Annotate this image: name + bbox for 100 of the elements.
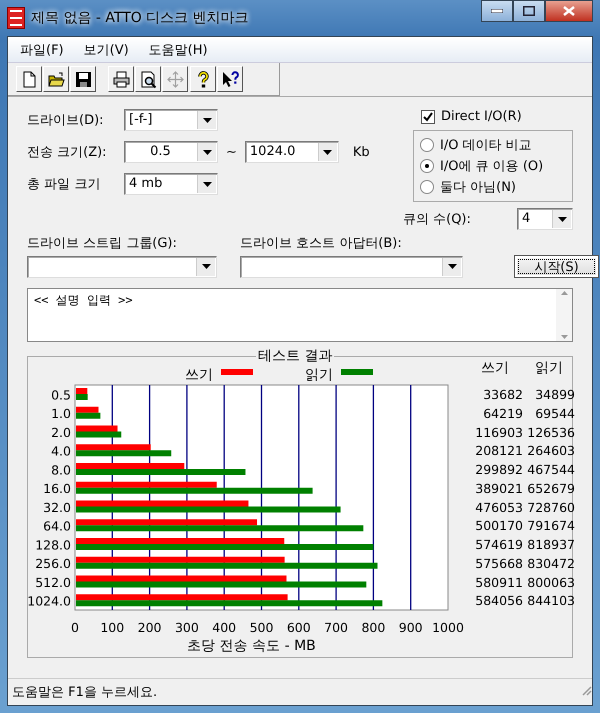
- close-button[interactable]: [545, 0, 593, 22]
- scroll-up-icon[interactable]: [560, 291, 568, 295]
- dropdown-button[interactable]: [318, 143, 337, 161]
- print-preview-button[interactable]: [135, 66, 161, 92]
- print-button[interactable]: [108, 66, 134, 92]
- checkbox-label: Direct I/O(R): [441, 109, 522, 124]
- dropdown-button[interactable]: [552, 210, 571, 228]
- minimize-button[interactable]: [481, 0, 513, 22]
- table-cell-text: 476053: [474, 500, 523, 516]
- caret-icon: [202, 150, 212, 154]
- table-cell-text: 500170: [474, 518, 523, 536]
- dropdown-button[interactable]: [442, 258, 461, 276]
- four-arrows-icon: [166, 70, 184, 88]
- table-cell-text: 299892: [474, 462, 523, 479]
- checkbox[interactable]: [421, 110, 435, 124]
- menu-item[interactable]: 파일(F): [20, 40, 64, 58]
- folder-icon: [46, 70, 66, 88]
- write-speed-bar: [76, 388, 88, 394]
- axis-label: 32.0: [43, 500, 71, 515]
- table-cell-text: 818937: [526, 537, 575, 554]
- read-speed-bar: [76, 432, 122, 438]
- table-cell-text: 64219: [482, 406, 523, 423]
- radio-label: 둘다 아님(N): [440, 179, 516, 196]
- read-speed-bar: [76, 394, 88, 400]
- open-button[interactable]: [43, 66, 69, 92]
- description-field[interactable]: << 설명 입력 >>: [27, 288, 573, 342]
- dropdown-button[interactable]: [197, 111, 216, 129]
- axis-tick-label: 0: [71, 620, 79, 635]
- group-title: 테스트 결과: [256, 347, 334, 365]
- help-button[interactable]: [190, 66, 216, 92]
- caret-icon: [448, 264, 456, 269]
- printer-icon: [112, 70, 130, 88]
- tilde-separator: ~: [226, 144, 237, 160]
- magnifier-page-icon: [138, 70, 158, 88]
- maximize-icon: [523, 6, 535, 16]
- table-cell-text: 728760: [526, 500, 575, 516]
- host-adapter-dropdown[interactable]: [240, 256, 463, 278]
- axis-label: 4.0: [51, 444, 71, 459]
- axis-label: 128.0: [35, 537, 71, 552]
- field-label: 드라이브 스트립 그룹(G):: [27, 235, 178, 252]
- menu-item[interactable]: 도움말(H): [148, 40, 208, 58]
- radio-button[interactable]: [420, 180, 434, 194]
- context-help-button[interactable]: [217, 66, 243, 92]
- table-cell-text: 830472: [526, 556, 575, 573]
- table-cell-text: 208121: [474, 443, 523, 460]
- dropdown-field[interactable]: 1024.0: [244, 141, 339, 163]
- dropdown-button[interactable]: [196, 258, 215, 276]
- table-cell-text: 264603: [526, 443, 575, 460]
- table-cell-text: 34899: [534, 387, 575, 404]
- table-cell-text: 580911: [474, 574, 523, 592]
- menu-item[interactable]: 보기(V): [84, 40, 129, 58]
- legend-label: 읽기: [305, 367, 333, 383]
- axis-label: 2.0: [51, 424, 71, 440]
- dropdown-button[interactable]: [197, 175, 216, 193]
- window-title: 제목 없음 - ATTO 디스크 벤치마크: [31, 9, 250, 27]
- axis-label: 0.5: [51, 387, 71, 402]
- status-text: 도움말은 F1을 누르세요.: [12, 684, 158, 701]
- close-icon: [563, 6, 575, 16]
- caret-icon: [202, 264, 210, 269]
- axis-tick-label: 1000: [432, 620, 464, 635]
- minimize-icon: [491, 9, 503, 13]
- axis-label: 1024.0: [28, 594, 71, 609]
- radio-button[interactable]: [420, 159, 434, 173]
- scroll-down-icon[interactable]: [560, 335, 568, 339]
- dropdown-field[interactable]: 0.5: [124, 141, 218, 163]
- radio-button[interactable]: [420, 138, 434, 152]
- table-cell-text: 791674: [526, 518, 575, 536]
- axis-tick-label: 200: [138, 620, 162, 635]
- axis-tick-label: 600: [286, 620, 311, 635]
- column-header: 읽기: [534, 359, 564, 378]
- queue-dropdown[interactable]: 4: [517, 208, 573, 230]
- table-cell-text: 844103: [526, 593, 575, 610]
- radio-label: I/O에 큐 이용 (O): [440, 158, 544, 175]
- table-cell-text: 800063: [526, 574, 575, 592]
- resize-grip-icon[interactable]: [580, 684, 592, 696]
- write-speed-bar: [76, 426, 118, 432]
- start-button[interactable]: 시작(S): [514, 255, 599, 278]
- app-icon: [7, 7, 25, 29]
- field-label: 드라이브 호스트 아답터(B):: [240, 235, 403, 252]
- stripe-group-dropdown[interactable]: [27, 256, 217, 278]
- legend-label: 쓰기: [185, 367, 213, 383]
- save-button[interactable]: [70, 66, 96, 92]
- caret-icon: [202, 118, 212, 122]
- caret-icon: [558, 216, 566, 222]
- new-file-button[interactable]: [16, 66, 42, 92]
- axis-label: 16.0: [43, 481, 71, 496]
- table-cell-text: 69544: [534, 406, 575, 423]
- table-cell-text: 33682: [482, 387, 523, 404]
- axis-tick-label: 400: [212, 620, 236, 635]
- drive-dropdown[interactable]: [-f-]: [124, 109, 218, 131]
- table-cell-text: 126536: [526, 424, 575, 442]
- dropdown-button[interactable]: [197, 143, 216, 161]
- axis-label: 1.0: [51, 406, 71, 422]
- axis-label: 512.0: [35, 574, 71, 590]
- field-label: 드라이브(D):: [27, 112, 105, 129]
- table-cell-text: 467544: [526, 462, 575, 479]
- maximize-button[interactable]: [513, 0, 545, 22]
- table-cell-text: 575668: [474, 556, 523, 573]
- field-label: 큐의 수(Q):: [403, 211, 471, 228]
- file-size-dropdown[interactable]: 4 mb: [124, 173, 218, 195]
